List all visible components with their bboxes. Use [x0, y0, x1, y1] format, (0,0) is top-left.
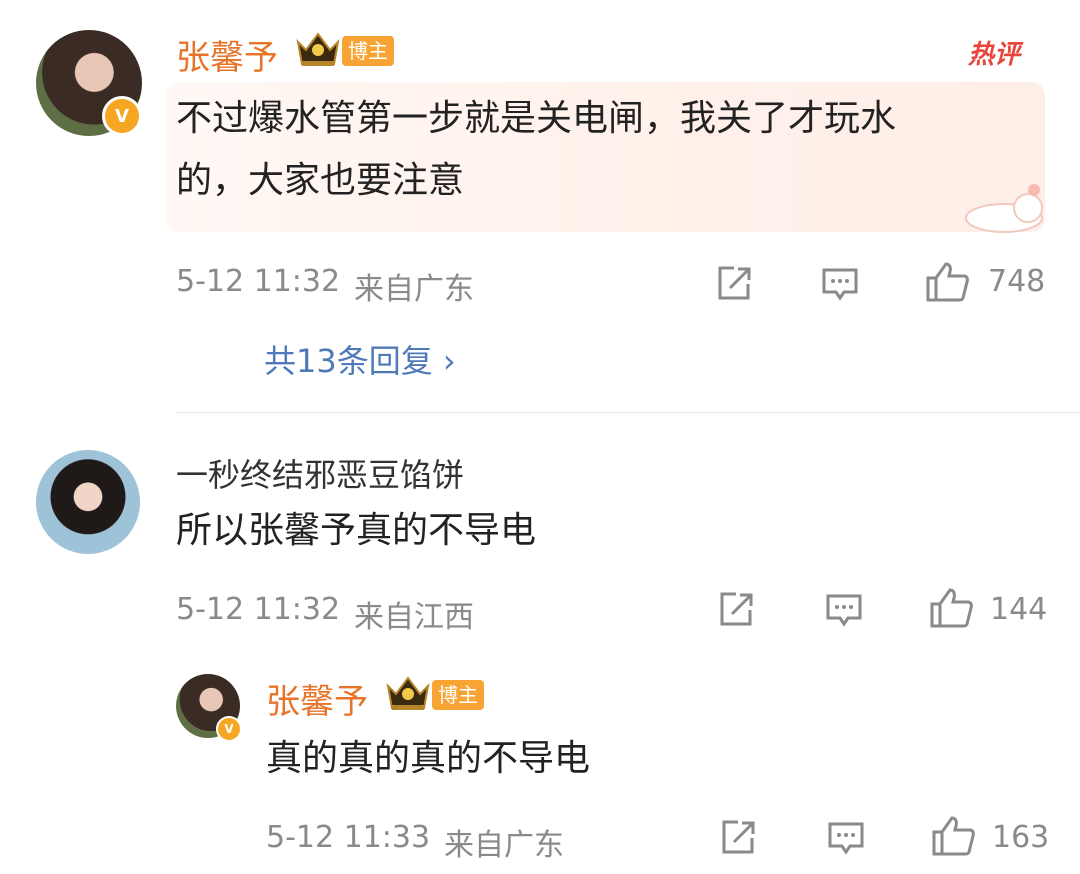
share-icon	[720, 592, 753, 626]
author-name[interactable]: 张馨予	[176, 30, 278, 79]
like-button[interactable]	[924, 260, 970, 304]
view-replies-link[interactable]: 共13条回复 ›	[264, 336, 456, 382]
verified-badge-icon: V	[102, 96, 142, 136]
comment-text: 不过爆水管第一步就是关电闸，我关了才玩水 的，大家也要注意	[176, 88, 1016, 212]
comment-button[interactable]	[826, 818, 866, 858]
cat-decoration-icon	[956, 180, 1046, 234]
hot-comment-label: 热评	[968, 40, 1021, 70]
crown-icon	[384, 674, 432, 714]
like-button[interactable]	[930, 814, 976, 858]
comment-icon	[822, 268, 858, 301]
comment-location: 来自广东	[444, 828, 564, 863]
like-button[interactable]	[928, 586, 974, 630]
author-name[interactable]: 一秒终结邪恶豆馅饼	[176, 450, 464, 496]
blogger-badge: 博主	[342, 36, 394, 66]
comment-text: 真的真的真的不导电	[266, 738, 591, 779]
like-count: 163	[992, 820, 1050, 855]
comment-time: 5-12 11:32	[176, 264, 341, 299]
comment-icon	[828, 822, 864, 855]
comment-time: 5-12 11:32	[176, 592, 341, 627]
thumbs-up-icon	[926, 262, 969, 302]
share-button[interactable]	[716, 590, 756, 630]
share-button[interactable]	[714, 264, 754, 304]
comment-time: 5-12 11:33	[266, 820, 431, 855]
crown-icon	[294, 30, 342, 70]
share-icon	[718, 266, 751, 300]
comment-location: 来自广东	[354, 272, 474, 307]
thumbs-up-icon	[932, 816, 975, 856]
like-count: 144	[990, 592, 1048, 627]
comment-divider	[176, 412, 1080, 413]
comment-text-line: 不过爆水管第一步就是关电闸，我关了才玩水	[176, 98, 897, 139]
share-button[interactable]	[718, 818, 758, 858]
author-name[interactable]: 张馨予	[266, 674, 368, 723]
blogger-badge: 博主	[432, 680, 484, 710]
avatar[interactable]	[36, 450, 140, 554]
thumbs-up-icon	[930, 588, 973, 628]
comment-text: 所以张馨予真的不导电	[176, 510, 537, 551]
verified-badge-icon: V	[216, 716, 242, 742]
comment-text-line: 的，大家也要注意	[176, 160, 465, 201]
comment-button[interactable]	[824, 590, 864, 630]
share-icon	[722, 820, 755, 854]
like-count: 748	[988, 264, 1046, 299]
comment-button[interactable]	[820, 264, 860, 304]
comment-icon	[826, 594, 862, 627]
comment-location: 来自江西	[354, 600, 474, 635]
